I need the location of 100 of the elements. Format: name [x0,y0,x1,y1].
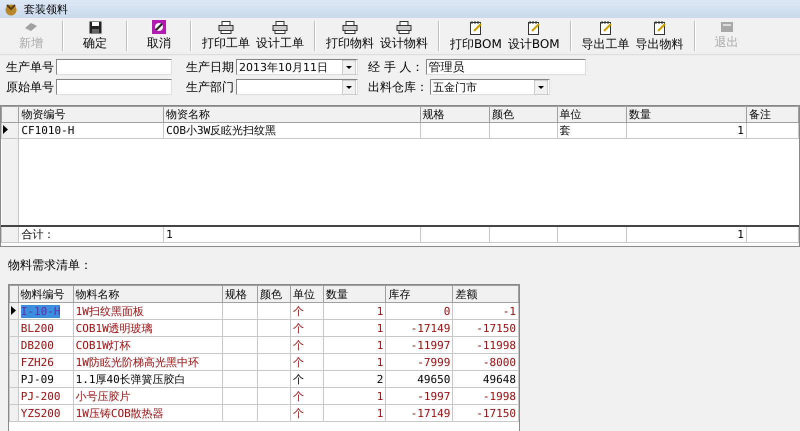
column-header[interactable]: 物料编号 [18,286,74,302]
table-cell: 49650 [417,372,450,386]
input-field[interactable]: 管理员 [426,59,586,75]
table-cell: -17149 [410,322,450,334]
column-header[interactable]: 差额 [452,286,518,302]
table-cell: COB1W灯杯 [76,338,131,352]
toolbar-button[interactable]: 导出物料 [634,18,686,54]
table-cell: 49648 [482,372,516,386]
dropdown-field[interactable]: 五金门市 [430,79,550,95]
table-cell: 小号压胶片 [76,390,131,402]
table-cell: -17150 [476,406,516,420]
table-cell: FZH26 [20,356,54,368]
notepad-icon [652,20,667,34]
table-cell: 1 [376,322,384,334]
table-cell: PJ-200 [20,390,60,402]
table-cell: PJ-09 [20,372,54,386]
printer-icon [396,20,412,34]
table-cell: -1998 [482,390,516,402]
column-header[interactable]: 单位 [557,106,627,122]
notepad-icon [468,20,483,34]
field-label: 生产日期 [186,58,234,76]
table-cell: CF1010-H [21,124,74,137]
column-header[interactable]: 数量 [626,106,746,122]
field-label: 经 手 人： [368,58,424,76]
table-cell: 1W压铸COB散热器 [76,406,164,420]
notepad-icon [598,20,613,34]
column-header[interactable]: 颜色 [490,106,558,122]
toolbar-button[interactable]: 取消 [136,19,182,53]
dropdown-arrow-icon[interactable] [342,60,356,74]
table-cell: -1 [502,304,516,318]
app-icon [4,2,18,16]
table-cell: 2 [376,372,384,386]
table-cell: -17149 [410,406,450,420]
column-header[interactable]: 颜色 [258,286,291,302]
table-cell: 1 [376,338,384,352]
notepad-icon [526,20,541,34]
column-header[interactable]: 备注 [746,106,798,122]
cancel-icon [152,20,166,34]
table-cell: 0 [444,304,450,318]
total-cell: 1 [737,228,744,241]
window-title: 套装领料 [24,2,68,16]
table-cell: BL200 [20,322,54,334]
table-cell: 1.1厚40长弹簧压胶白 [76,372,186,386]
table-cell: 1W扫纹黑面板 [76,304,144,318]
table-cell: -17150 [476,322,516,334]
table-cell: 1 [737,124,744,137]
toolbar-button[interactable]: 设计BOM [506,18,562,54]
table-cell: 个 [293,304,304,318]
field-label: 原始单号 [6,78,54,96]
field-label: 生产部门 [186,78,234,96]
table-cell: 个 [293,322,304,334]
dropdown-field[interactable] [236,79,358,95]
table-cell: 个 [293,356,304,368]
column-header[interactable]: 物料名称 [73,286,223,302]
table-cell: 1 [376,356,384,368]
toolbar-button[interactable]: 打印工单 [200,20,252,52]
printer-icon [272,20,288,34]
table-cell: -11998 [476,338,516,352]
column-header[interactable]: 物资名称 [164,106,420,122]
column-header[interactable]: 库存 [386,286,453,302]
dropdown-arrow-icon[interactable] [342,80,356,94]
total-label: 合计： [21,228,54,241]
dropdown-arrow-icon[interactable] [534,80,548,94]
column-header[interactable]: 物资编号 [18,106,164,122]
table-cell: 个 [293,372,304,386]
table-cell: 个 [293,406,304,420]
table-cell: 套 [560,124,571,137]
field-label: 生产单号 [6,58,54,76]
toolbar-button[interactable]: 设计物料 [378,20,430,52]
field-label: 出料仓库： [368,78,428,96]
table-cell: I-10-H [20,304,60,318]
table-cell: -8000 [482,356,516,368]
column-header[interactable]: 规格 [420,106,490,122]
dropdown-field[interactable]: 2013年10月11日 [236,59,358,75]
table-cell: COB小3W反眩光扫纹黑 [166,124,276,137]
section-label: 物料需求清单： [8,258,92,272]
input-field[interactable] [56,79,172,95]
table-cell: -11997 [410,338,450,352]
input-field[interactable] [56,59,172,75]
table-cell: -1997 [417,390,450,402]
printer-icon [342,20,358,34]
toolbar-button[interactable]: 打印BOM [448,18,504,54]
table-cell: 1 [376,390,384,402]
total-cell: 1 [166,228,173,241]
table-cell: DB200 [20,338,54,352]
toolbar-button[interactable]: 确定 [72,20,118,52]
table-cell: COB1W透明玻璃 [76,322,153,334]
toolbar-button[interactable]: 导出工单 [580,18,632,54]
toolbar-button[interactable]: 打印物料 [324,20,376,52]
printer-icon [218,20,234,34]
table-cell: 个 [293,338,304,352]
table-cell: 1 [376,406,384,420]
column-header[interactable]: 单位 [290,286,324,302]
table-cell: 个 [293,390,304,402]
column-header[interactable]: 规格 [222,286,258,302]
table-cell: YZS200 [20,406,60,420]
table-cell: -7999 [417,356,450,368]
toolbar-button[interactable]: 设计工单 [254,20,306,52]
table-cell: 1W防眩光阶梯高光黑中环 [76,356,199,368]
column-header[interactable]: 数量 [323,286,386,302]
